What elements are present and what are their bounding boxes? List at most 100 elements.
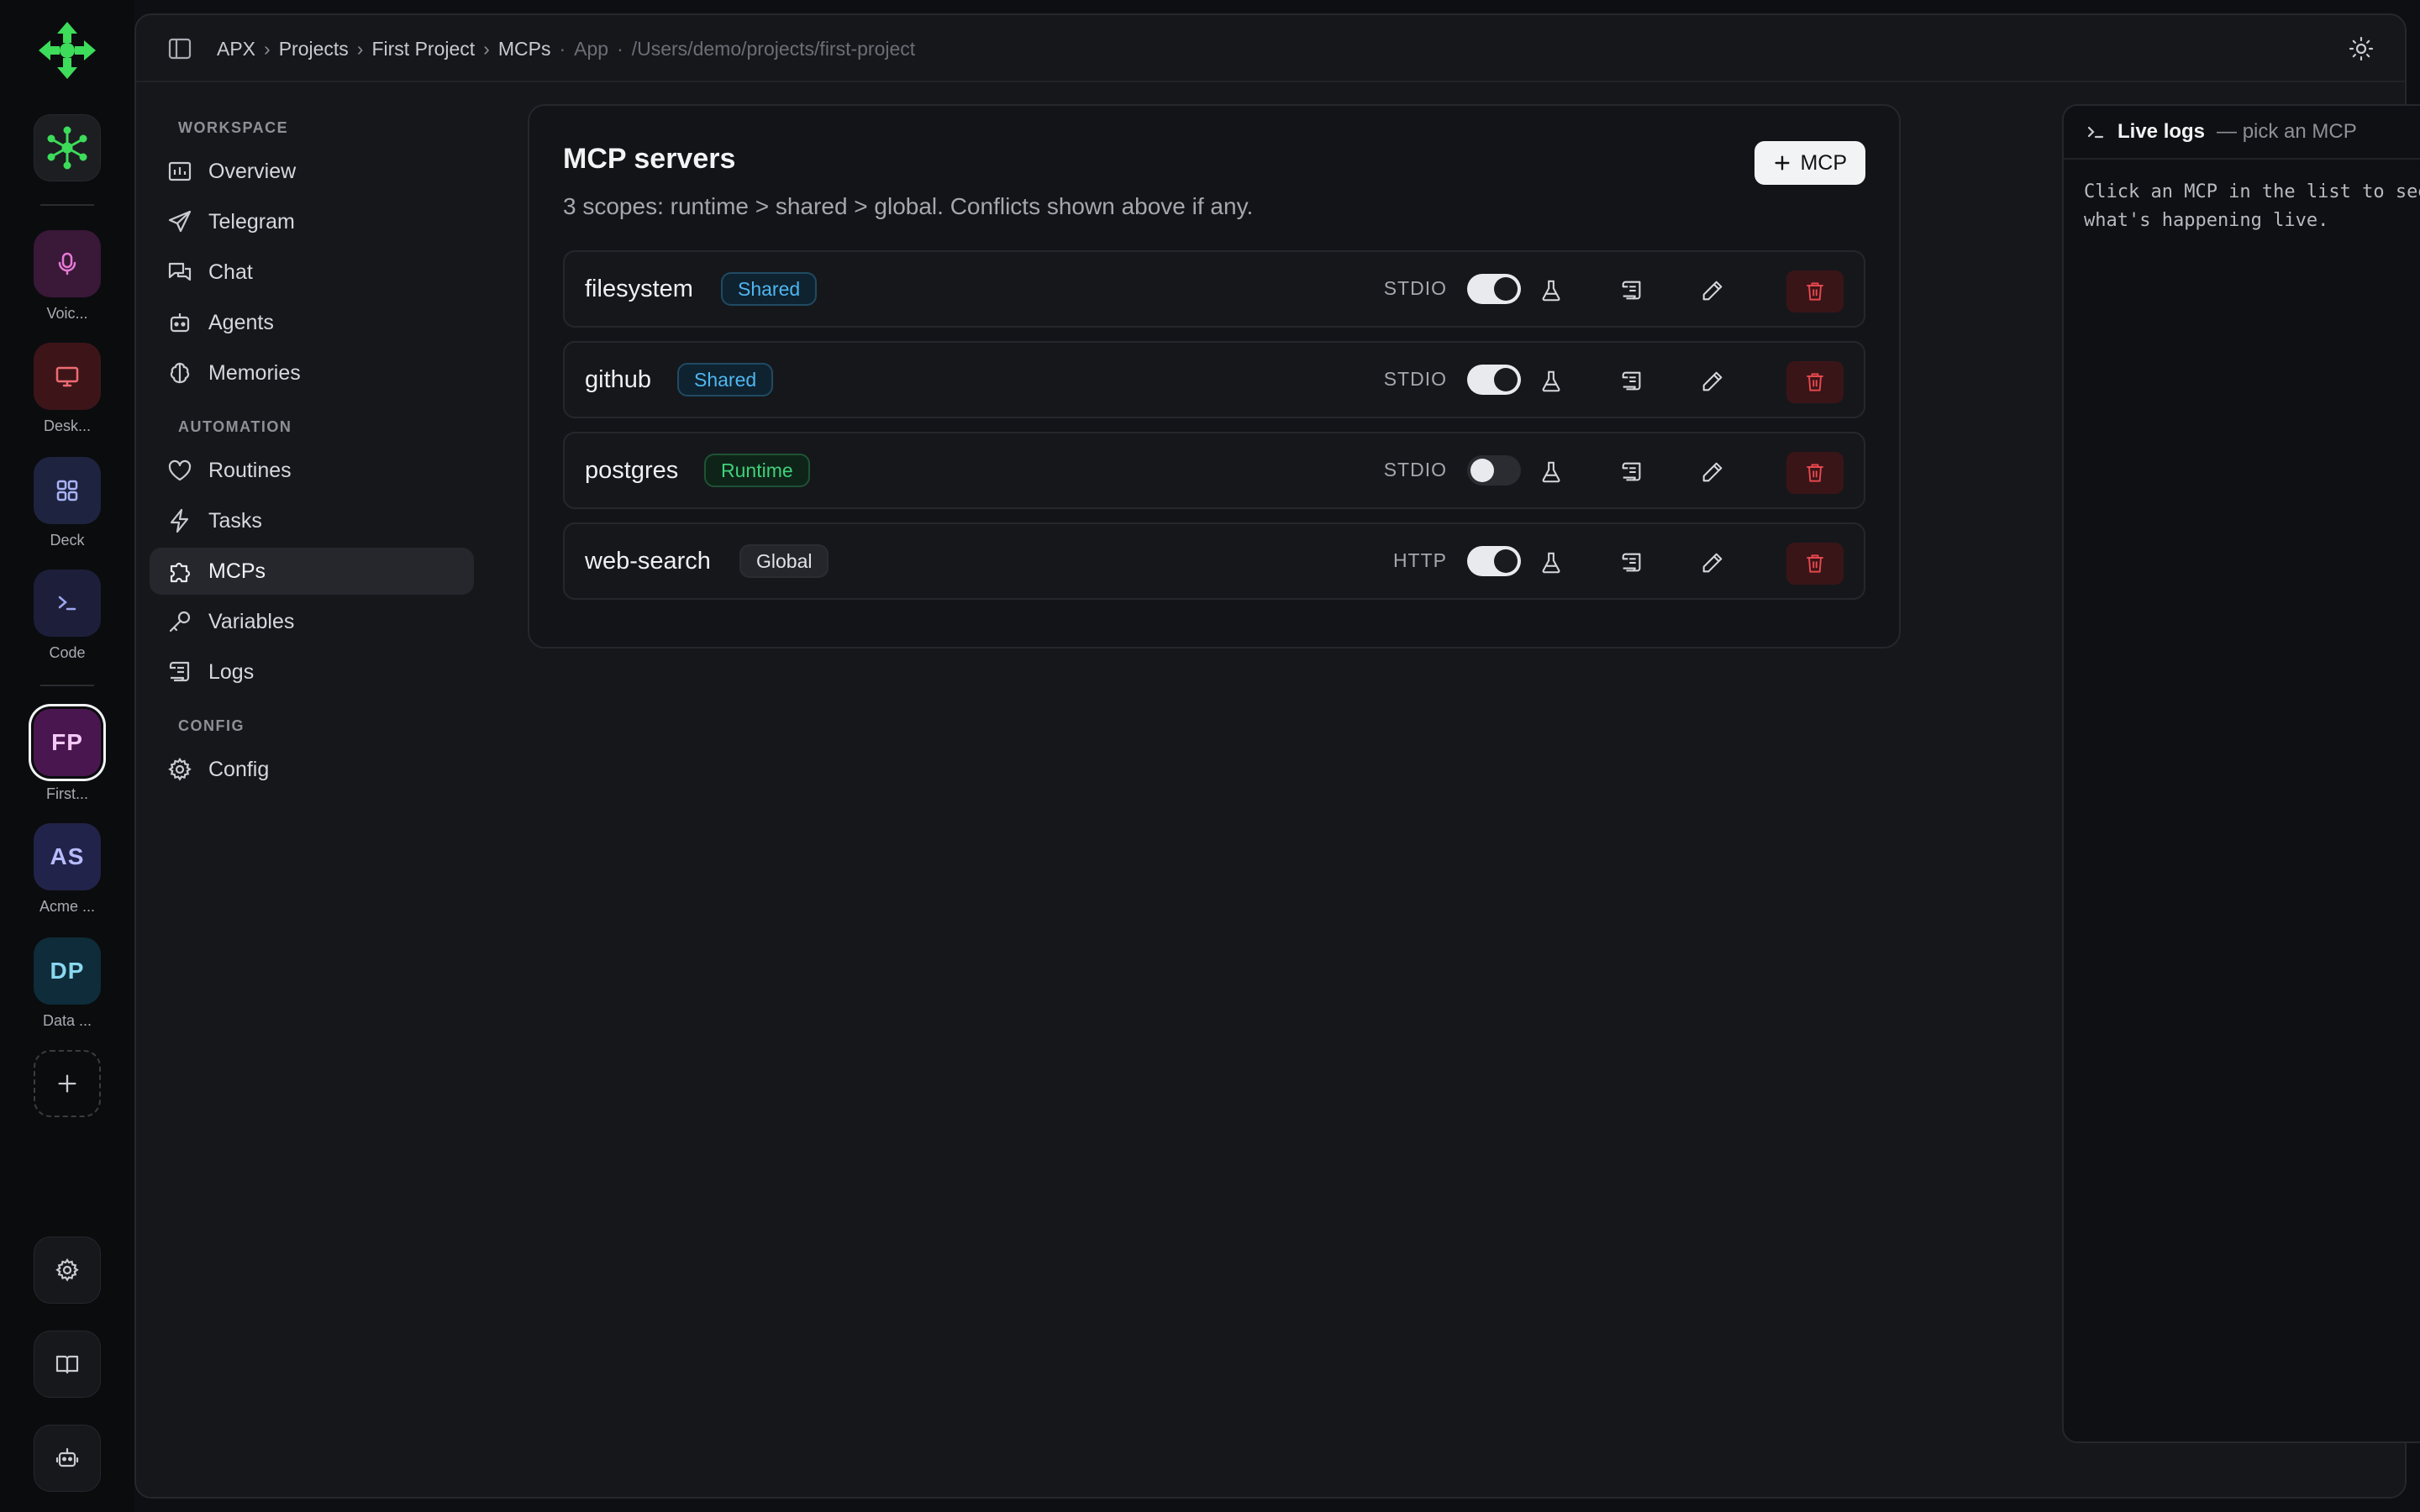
assistant-button[interactable] <box>34 1425 101 1492</box>
puzzle-icon <box>170 562 191 583</box>
project-label: Data ... <box>42 1012 92 1029</box>
test-button[interactable] <box>1534 546 1568 580</box>
key-icon <box>169 611 191 633</box>
transport-label: HTTP <box>1392 549 1447 571</box>
nav-item-tasks[interactable]: Tasks <box>150 497 474 544</box>
deck-app-button[interactable] <box>34 457 101 524</box>
app-rail: Voic... Desk... Deck Code FP First... AS… <box>0 0 134 1512</box>
nav-item-label: Telegram <box>208 209 295 234</box>
apx-logo-icon[interactable] <box>34 17 101 84</box>
scroll-icon <box>1622 371 1641 391</box>
mcp-row-postgres[interactable]: postgres Runtime STDIO <box>563 432 1865 509</box>
delete-button[interactable] <box>1786 452 1844 494</box>
edit-button[interactable] <box>1696 365 1729 398</box>
trash-icon <box>1807 373 1823 391</box>
nav-item-telegram[interactable]: Telegram <box>150 198 474 245</box>
docs-button[interactable] <box>34 1331 101 1398</box>
network-hub-icon[interactable] <box>34 114 101 181</box>
mcp-row-github[interactable]: github Shared STDIO <box>563 341 1865 418</box>
lightning-icon <box>170 508 189 533</box>
delete-button[interactable] <box>1786 270 1844 312</box>
log-line: what's happening live. <box>2084 210 2329 231</box>
scope-badge: Global <box>739 544 829 578</box>
trash-icon <box>1807 554 1823 573</box>
live-logs-title: Live logs <box>2118 120 2206 143</box>
transport-label: STDIO <box>1383 459 1447 480</box>
nav-item-variables[interactable]: Variables <box>150 598 474 645</box>
voice-app-button[interactable] <box>34 230 101 297</box>
add-project-button[interactable] <box>34 1050 101 1117</box>
breadcrumb-apx[interactable]: APX <box>217 38 255 60</box>
sidebar-toggle-icon[interactable] <box>166 35 193 62</box>
breadcrumb-projects[interactable]: Projects <box>279 38 349 60</box>
pencil-icon <box>1702 462 1723 482</box>
project-data[interactable]: DP <box>34 937 101 1005</box>
toggle-knob <box>1470 459 1494 482</box>
nav-item-agents[interactable]: Agents <box>150 299 474 346</box>
scroll-icon <box>1622 281 1641 300</box>
mcp-servers-card: MCP servers 3 scopes: runtime > shared >… <box>528 104 1901 648</box>
delete-button[interactable] <box>1786 543 1844 585</box>
enable-toggle[interactable] <box>1467 546 1521 576</box>
code-app-button[interactable] <box>34 570 101 637</box>
breadcrumb-app: App <box>574 37 609 60</box>
add-mcp-button[interactable]: MCP <box>1754 141 1865 185</box>
nav-item-logs[interactable]: Logs <box>150 648 474 696</box>
logs-button[interactable] <box>1615 455 1649 489</box>
sun-icon[interactable] <box>2348 35 2375 62</box>
nav-item-label: Overview <box>208 159 297 183</box>
test-button[interactable] <box>1534 455 1568 489</box>
gear-icon <box>55 1258 79 1282</box>
mcp-name: postgres <box>585 457 679 484</box>
edit-button[interactable] <box>1696 546 1729 580</box>
edit-button[interactable] <box>1696 455 1729 489</box>
test-button[interactable] <box>1534 274 1568 307</box>
nav-item-memories[interactable]: Memories <box>150 349 474 396</box>
delete-button[interactable] <box>1786 361 1844 403</box>
breadcrumb-project[interactable]: First Project <box>371 38 475 60</box>
voice-app-label: Voic... <box>46 305 88 322</box>
toggle-knob <box>1494 368 1518 391</box>
flask-icon <box>1542 370 1560 392</box>
mcp-row-web-search[interactable]: web-search Global HTTP <box>563 522 1865 600</box>
desktop-app-button[interactable] <box>34 343 101 410</box>
nav-item-overview[interactable]: Overview <box>150 148 474 195</box>
settings-button[interactable] <box>34 1236 101 1304</box>
nav-item-config[interactable]: Config <box>150 746 474 793</box>
breadcrumb-path: /Users/demo/projects/first-project <box>631 37 916 60</box>
mcp-row-filesystem[interactable]: filesystem Shared STDIO <box>563 250 1865 328</box>
top-bar: APX › Projects › First Project › MCPs · … <box>136 15 2405 82</box>
breadcrumb-separator: › <box>356 37 364 60</box>
project-first-project[interactable]: FP <box>34 709 101 776</box>
enable-toggle[interactable] <box>1467 455 1521 486</box>
live-logs-empty-message: Click an MCP in the list to see what's h… <box>2084 178 2420 235</box>
project-acme[interactable]: AS <box>34 823 101 890</box>
scroll-icon <box>169 661 190 682</box>
nav-section-config: CONFIG <box>178 717 245 734</box>
logs-button[interactable] <box>1615 274 1649 307</box>
nav-item-routines[interactable]: Routines <box>150 447 474 494</box>
main-frame: APX › Projects › First Project › MCPs · … <box>134 13 2420 1499</box>
gear-icon <box>168 758 192 781</box>
breadcrumb-dot: · <box>559 37 566 60</box>
scroll-icon <box>1622 462 1641 481</box>
transport-label: STDIO <box>1383 277 1447 299</box>
plus-icon <box>58 1074 76 1093</box>
scope-badge: Shared <box>677 363 774 396</box>
logs-button[interactable] <box>1615 546 1649 580</box>
flask-icon <box>1542 552 1560 574</box>
terminal-icon <box>2087 126 2104 139</box>
enable-toggle[interactable] <box>1467 365 1521 395</box>
logs-button[interactable] <box>1615 365 1649 398</box>
pencil-icon <box>1702 281 1723 301</box>
nav-item-label: Tasks <box>208 508 262 533</box>
log-line: Click an MCP in the list to see <box>2084 181 2420 202</box>
nav-item-chat[interactable]: Chat <box>150 249 474 296</box>
breadcrumb: APX › Projects › First Project › MCPs · … <box>217 35 915 62</box>
edit-button[interactable] <box>1696 274 1729 307</box>
nav-item-label: Memories <box>208 360 301 385</box>
test-button[interactable] <box>1534 365 1568 398</box>
nav-item-mcps[interactable]: MCPs <box>150 548 474 595</box>
scroll-icon <box>1622 553 1641 572</box>
enable-toggle[interactable] <box>1467 274 1521 304</box>
